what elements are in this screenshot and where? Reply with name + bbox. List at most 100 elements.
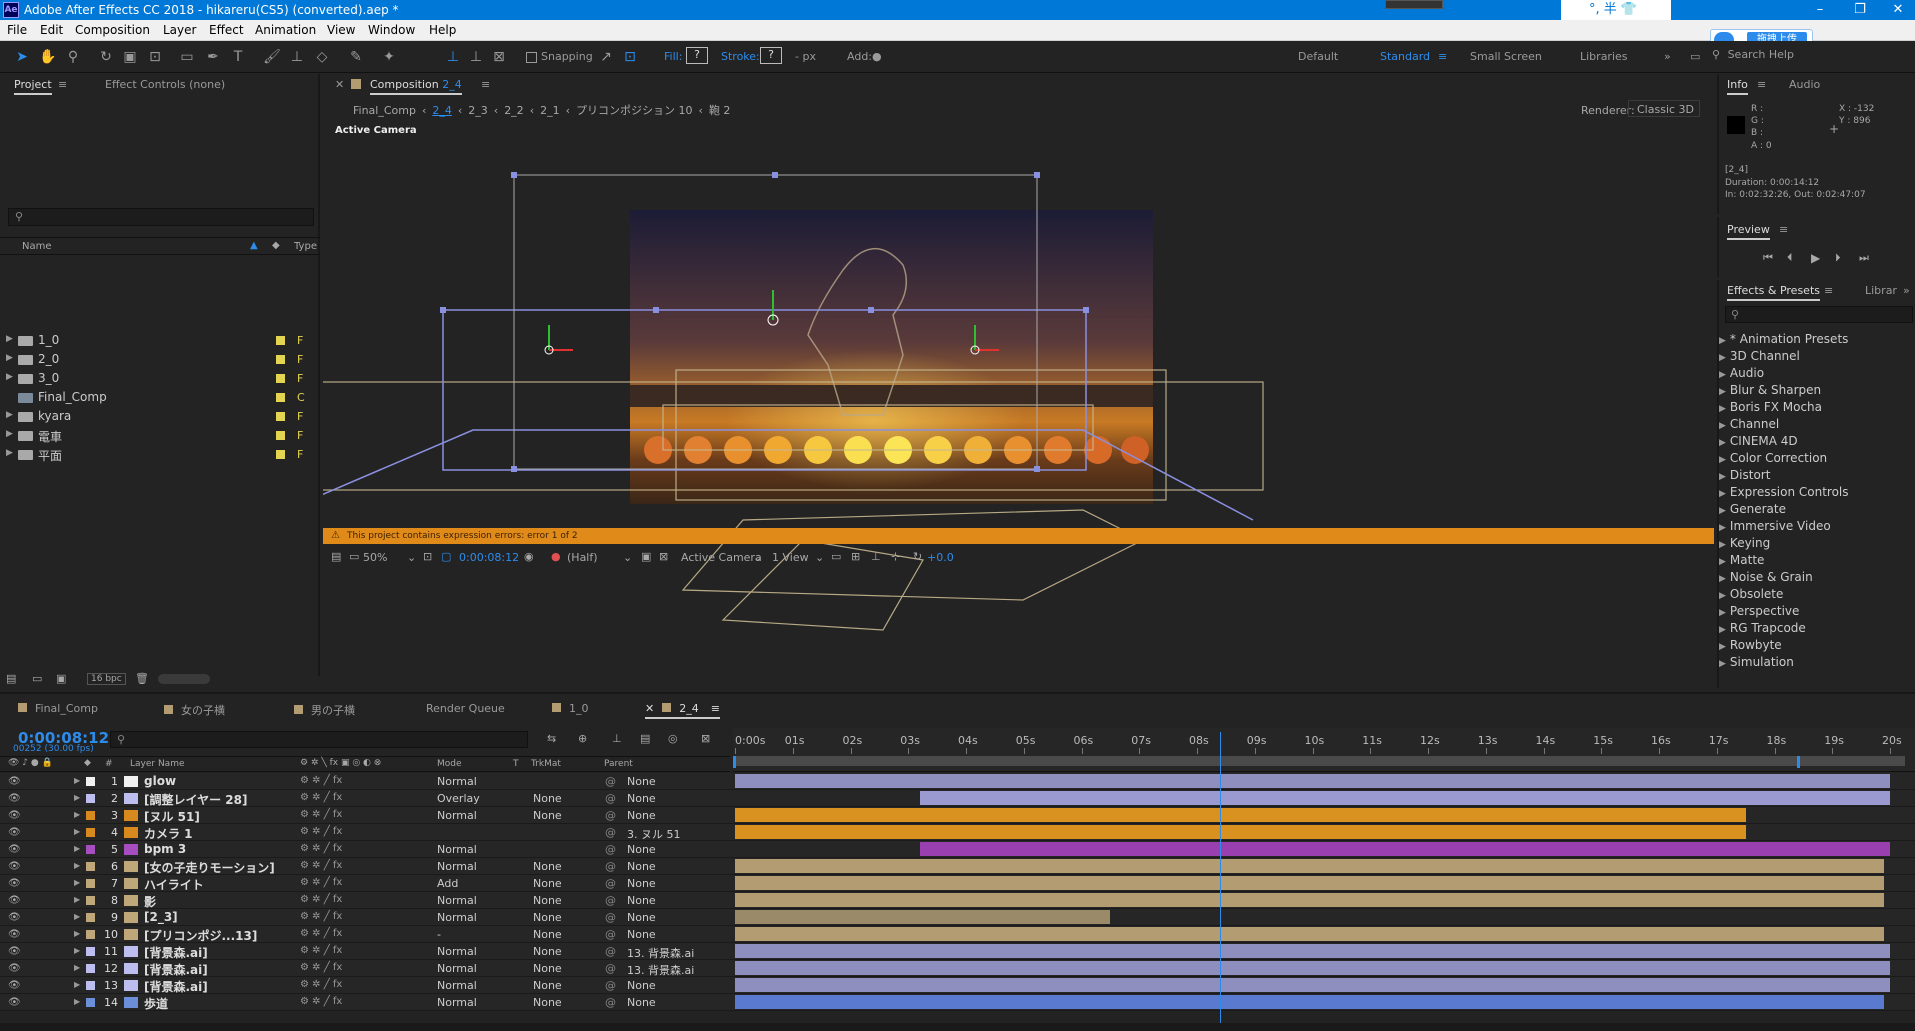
prev-frame-icon[interactable]: ⏴ [1787, 251, 1793, 265]
layer-name[interactable]: カメラ 1 [144, 825, 193, 842]
trkmat-header[interactable]: TrkMat [531, 759, 561, 769]
parent-dropdown[interactable]: None [627, 809, 707, 822]
hand-tool-icon[interactable]: ✋ [38, 47, 58, 67]
expand-arrow-icon[interactable]: ▶ [74, 861, 80, 870]
flowchart-icon[interactable]: ⊹ [891, 550, 900, 563]
layer-duration-bar[interactable] [735, 859, 1885, 873]
expand-arrow-icon[interactable]: ▶ [74, 878, 80, 887]
first-frame-icon[interactable]: ⏮ [1763, 251, 1773, 265]
reset-exposure-icon[interactable]: ↻ [913, 550, 922, 563]
workspace-toggle-icon[interactable]: ▭ [1690, 50, 1700, 63]
track-matte-dropdown[interactable]: None [533, 928, 591, 941]
table-row[interactable]: 👁 ▶ 3 [ヌル 51] ⚙ ✲ ╱ fx Normal None @ None [0, 807, 1915, 824]
track-matte-dropdown[interactable]: None [533, 809, 591, 822]
blend-mode-dropdown[interactable]: Normal [437, 962, 501, 975]
effects-search-input[interactable]: ⚲ [1725, 306, 1913, 323]
table-row[interactable]: 👁 ▶ 14 歩道 ⚙ ✲ ╱ fx Normal None @ None [0, 994, 1915, 1011]
rectangle-tool-icon[interactable]: ▭ [177, 47, 197, 67]
parent-dropdown[interactable]: None [627, 775, 707, 788]
maximize-button[interactable]: ❐ [1840, 0, 1880, 20]
layer-name[interactable]: [女の子走りモーション] [144, 859, 275, 876]
label-color-swatch[interactable] [86, 896, 95, 905]
visibility-eye-icon[interactable]: 👁 [8, 997, 21, 1008]
track-matte-dropdown[interactable]: None [533, 877, 591, 890]
layer-name[interactable]: ハイライト [144, 876, 204, 893]
menu-layer[interactable]: Layer [163, 23, 196, 37]
info-menu-icon[interactable]: ≡ [1757, 78, 1766, 91]
label-color-swatch[interactable] [86, 947, 95, 956]
expand-arrow-icon[interactable]: ▶ [1719, 659, 1726, 669]
workspace-menu-icon[interactable]: ≡ [1438, 50, 1447, 63]
expand-arrow-icon[interactable]: ▶ [74, 963, 80, 972]
tab-libraries[interactable]: Librar [1865, 284, 1897, 297]
comp-flowchart-icon[interactable]: ⇆ [547, 732, 556, 745]
expand-arrow-icon[interactable]: ▶ [6, 372, 13, 382]
expand-arrow-icon[interactable]: ▶ [1719, 574, 1726, 584]
visibility-eye-icon[interactable]: 👁 [8, 776, 21, 787]
expand-arrow-icon[interactable]: ▶ [74, 895, 80, 904]
layer-name[interactable]: 歩道 [144, 995, 168, 1012]
rotation-tool-icon[interactable]: ↻ [96, 47, 116, 67]
menu-animation[interactable]: Animation [255, 23, 316, 37]
exposure-value[interactable]: +0.0 [927, 551, 954, 564]
label-color-swatch[interactable] [86, 879, 95, 888]
table-row[interactable]: 👁 ▶ 1 glow ⚙ ✲ ╱ fx Normal @ None [0, 773, 1915, 790]
tray-box[interactable]: °, 半 👕 [1561, 0, 1671, 20]
blend-mode-dropdown[interactable]: Normal [437, 996, 501, 1009]
tab-timeline-2[interactable]: 男の子横 [294, 702, 355, 718]
visibility-eye-icon[interactable]: 👁 [8, 912, 21, 923]
table-row[interactable]: 👁 ▶ 2 [調整レイヤー 28] ⚙ ✲ ╱ fx Overlay None @ None [0, 790, 1915, 807]
parent-dropdown[interactable]: None [627, 843, 707, 856]
visibility-eye-icon[interactable]: 👁 [8, 810, 21, 821]
menu-window[interactable]: Window [368, 23, 415, 37]
layer-name[interactable]: bpm 3 [144, 842, 186, 856]
time-ruler[interactable]: 0:00s 01s 02s 03s 04s 05s 06s 07s 08s 09s 10s 11s 12… [733, 728, 1915, 772]
visibility-eye-icon[interactable]: 👁 [8, 793, 21, 804]
new-folder-icon[interactable]: ▭ [32, 672, 42, 685]
pen-tool-icon[interactable]: ✒ [203, 47, 223, 67]
search-help-field[interactable]: ⚲ Search Help [1712, 48, 1912, 66]
workspace-small-screen[interactable]: Small Screen [1470, 50, 1542, 63]
blend-mode-dropdown[interactable]: - [437, 928, 501, 941]
stroke-swatch[interactable]: ? [760, 47, 782, 64]
layer-duration-bar[interactable] [735, 876, 1885, 890]
name-column-header[interactable]: Name [22, 241, 52, 252]
stroke-width[interactable]: - px [795, 50, 816, 63]
expand-arrow-icon[interactable]: ▶ [1719, 353, 1726, 363]
label-column-icon[interactable]: ◆ [272, 240, 280, 251]
expand-arrow-icon[interactable]: ▶ [74, 980, 80, 989]
blend-mode-dropdown[interactable]: Add [437, 877, 501, 890]
visibility-eye-icon[interactable]: 👁 [8, 929, 21, 940]
menu-help[interactable]: Help [429, 23, 456, 37]
pickwhip-icon[interactable]: @ [605, 979, 616, 992]
layer-name[interactable]: [2_3] [144, 910, 178, 924]
workspace-default[interactable]: Default [1298, 50, 1338, 63]
label-color-swatch[interactable] [86, 981, 95, 990]
project-zoom-slider[interactable] [158, 674, 210, 684]
parent-dropdown[interactable]: None [627, 911, 707, 924]
shy-layers-icon[interactable]: ⊥ [612, 732, 622, 745]
effect-category[interactable]: ▶ Noise & Grain [1719, 570, 1813, 584]
camera-view-dropdown[interactable]: Active Camera [681, 551, 762, 564]
tab-project[interactable]: Project [14, 78, 52, 95]
viewer-timecode[interactable]: 0:00:08:12 [459, 551, 519, 564]
track-matte-dropdown[interactable]: None [533, 962, 591, 975]
selection-tool-icon[interactable]: ➤ [12, 47, 32, 67]
label-color-swatch[interactable] [86, 998, 95, 1007]
expand-arrow-icon[interactable]: ▶ [1719, 523, 1726, 533]
pickwhip-icon[interactable]: @ [605, 843, 616, 856]
parent-dropdown[interactable]: None [627, 979, 707, 992]
pickwhip-icon[interactable]: @ [605, 928, 616, 941]
playhead[interactable] [1220, 732, 1222, 1031]
label-color-swatch[interactable] [86, 828, 95, 837]
label-color-swatch[interactable] [276, 374, 285, 383]
tab-timeline-5[interactable]: ✕ 2_4 ≡ [645, 702, 720, 719]
blend-mode-dropdown[interactable]: Normal [437, 843, 501, 856]
pickwhip-icon[interactable]: @ [605, 860, 616, 873]
visibility-eye-icon[interactable]: 👁 [8, 878, 21, 889]
layer-name-header[interactable]: Layer Name [130, 759, 185, 769]
parent-dropdown[interactable]: None [627, 860, 707, 873]
project-item[interactable]: ▶ 平面 F [0, 446, 320, 465]
effect-category[interactable]: ▶ 3D Channel [1719, 349, 1800, 363]
parent-dropdown[interactable]: None [627, 792, 707, 805]
